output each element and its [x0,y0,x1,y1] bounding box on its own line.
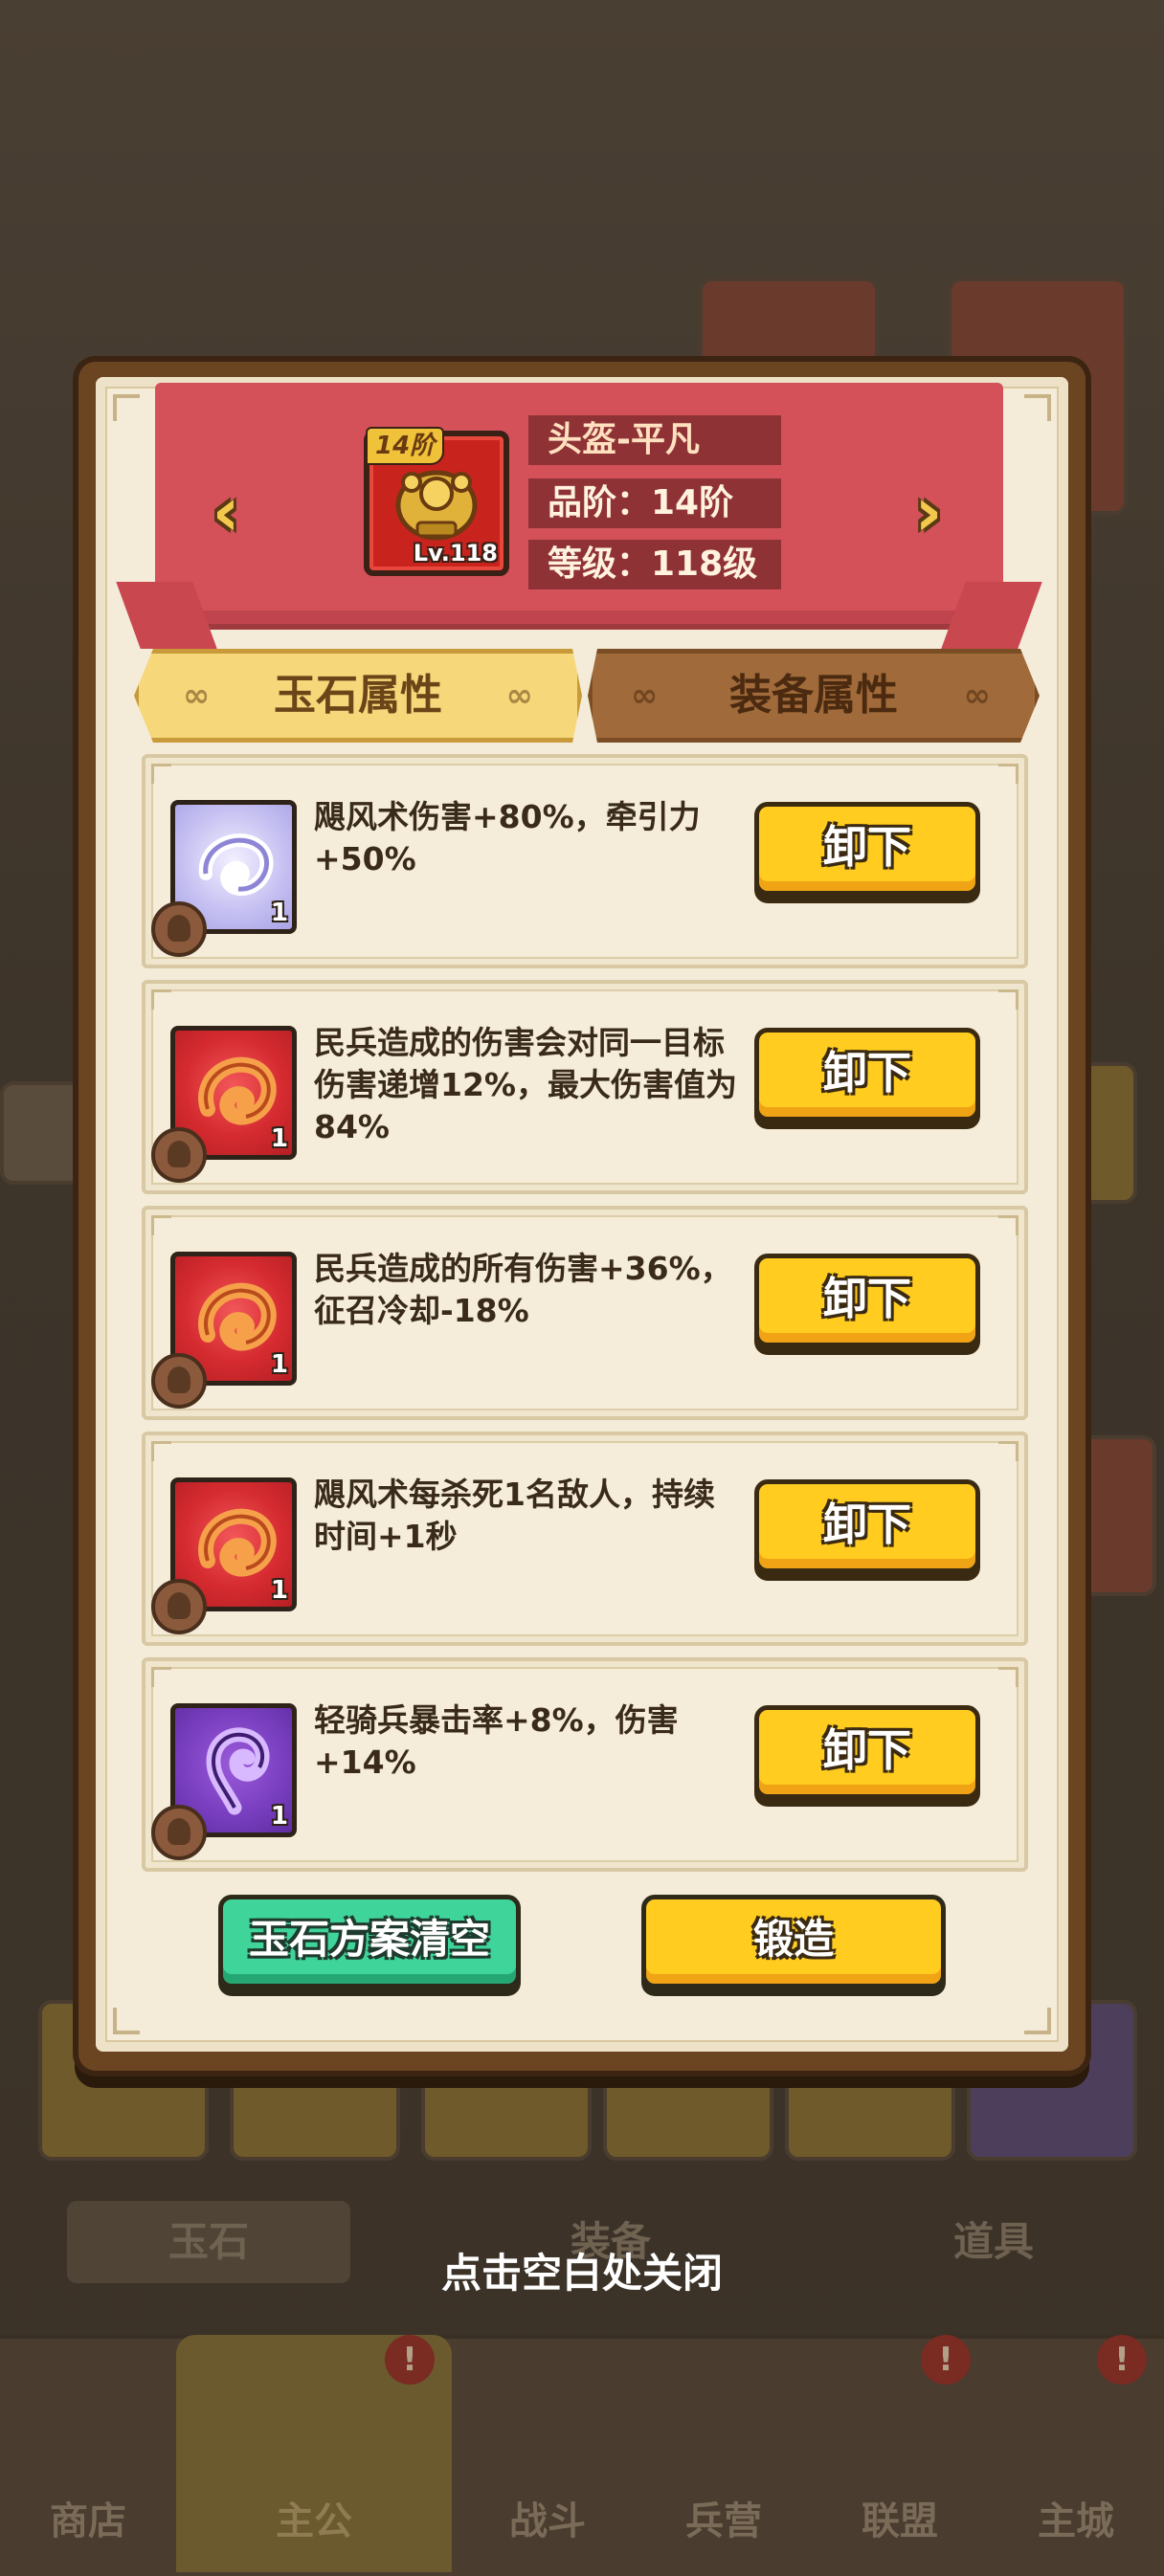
corner-ornament [113,394,140,421]
jade-effect-text: 轻骑兵暴击率+8%，伤害+14% [314,1701,679,1781]
alert-badge: ! [385,2335,435,2385]
swirl-ornament-icon: ∞ [183,677,211,715]
alert-badge: ! [921,2335,971,2385]
jade-slot-row: 1 民兵造成的所有伤害+36%，征召冷却-18% 卸下 [142,1206,1028,1420]
prev-item-arrow-icon[interactable]: ‹ [203,473,249,551]
item-level: Lv.118 [413,540,498,566]
lord-avatar-icon [151,1127,207,1183]
lord-avatar-icon [151,1805,207,1860]
jade-slot-row: 1 民兵造成的伤害会对同一目标伤害递增12%，最大伤害值为84% 卸下 [142,980,1028,1194]
tab-equipment-attributes[interactable]: ∞ 装备属性 ∞ [588,649,1040,743]
tier-badge: 14阶 [366,427,445,465]
jade-effect-text: 飓风术每杀死1名敌人，持续时间+1秒 [314,1476,715,1555]
jade-slot-row: 1 飓风术伤害+80%，牵引力+50% 卸下 [142,754,1028,968]
item-grade: 等级：118级 [528,540,781,589]
tab-jade-attributes[interactable]: ∞ 玉石属性 ∞ [134,649,582,743]
bg-tab-barracks: 兵营 [685,2499,762,2543]
lord-avatar-icon [151,1579,207,1634]
item-quality: 品阶：14阶 [528,478,781,528]
alert-badge: ! [1097,2335,1147,2385]
bg-tab-alliance: 联盟! [812,2335,988,2572]
unload-button[interactable]: 卸下 [754,1479,980,1573]
clear-jade-plan-button[interactable]: 玉石方案清空 [218,1895,521,1988]
bg-tab-battle: 战斗 [509,2499,586,2543]
close-hint-text[interactable]: 点击空白处关闭 [0,2241,1164,2299]
swirl-ornament-icon: ∞ [963,677,991,715]
unload-button[interactable]: 卸下 [754,802,980,896]
item-name: 头盔-平凡 [528,415,781,465]
unload-button[interactable]: 卸下 [754,1705,980,1799]
bg-tab-shop: 商店 [50,2499,126,2543]
unload-button[interactable]: 卸下 [754,1028,980,1121]
lord-avatar-icon [151,1353,207,1409]
corner-ornament [1024,394,1051,421]
next-item-arrow-icon[interactable]: › [906,473,951,551]
swirl-ornament-icon: ∞ [505,677,533,715]
lord-avatar-icon [151,901,207,957]
jade-effect-text: 民兵造成的所有伤害+36%，征召冷却-18% [314,1250,732,1329]
bg-tab-lord: 主公! [176,2335,452,2572]
jade-slot-row: 1 轻骑兵暴击率+8%，伤害+14% 卸下 [142,1657,1028,1872]
corner-ornament [1024,2008,1051,2034]
swirl-ornament-icon: ∞ [631,677,659,715]
bg-tab-city: 主城! [988,2335,1164,2572]
corner-ornament [113,2008,140,2034]
jade-effect-text: 民兵造成的伤害会对同一目标伤害递增12%，最大伤害值为84% [314,1024,737,1145]
forge-button[interactable]: 锻造 [641,1895,946,1988]
equipment-icon: 14阶 Lv.118 [364,427,509,576]
jade-slot-row: 1 飓风术每杀死1名敌人，持续时间+1秒 卸下 [142,1432,1028,1646]
unload-button[interactable]: 卸下 [754,1254,980,1347]
jade-effect-text: 飓风术伤害+80%，牵引力+50% [314,798,701,877]
